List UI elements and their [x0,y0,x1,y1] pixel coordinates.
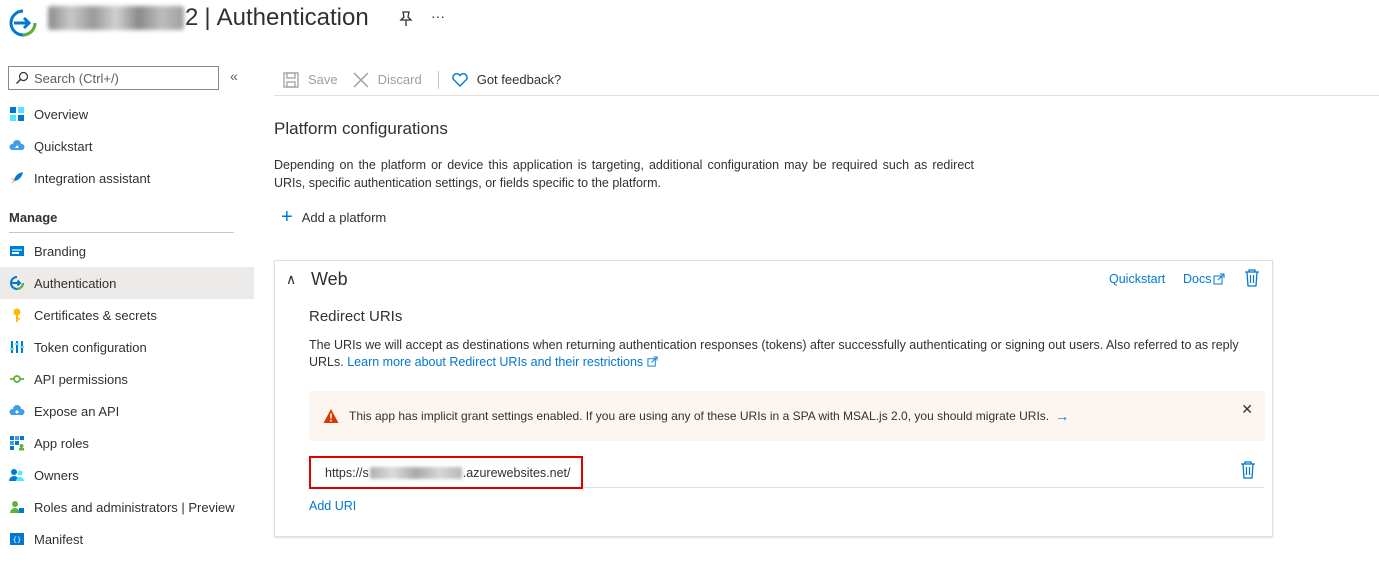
app-name-suffix: 2 [185,4,199,31]
collapse-chevron-icon[interactable]: ∧ [286,271,296,288]
blade-header: 2 | Authentication ··· [0,0,1379,50]
learn-more-redirect-link[interactable]: Learn more about Redirect URIs and their… [347,355,658,369]
sidebar-item-label: App roles [34,435,89,451]
add-platform-button[interactable]: + Add a platform [281,206,387,228]
sidebar-item-owners[interactable]: Owners [0,459,254,491]
heart-icon [452,72,468,87]
redirect-uris-description: The URIs we will accept as destinations … [309,337,1244,371]
search-placeholder: Search (Ctrl+/) [34,70,119,86]
save-button[interactable]: Save [274,71,338,89]
sidebar-item-expose-an-api[interactable]: Expose an API [0,395,254,427]
sidebar-item-label: Manifest [34,531,84,547]
sidebar-item-roles-administrators[interactable]: Roles and administrators | Preview [0,491,254,523]
command-bar: Save Discard Got feedback? [274,64,1379,96]
sidebar-item-token-configuration[interactable]: Token configuration [0,331,254,363]
redirect-uri-row: https://s .azurewebsites.net/ [309,453,1264,489]
web-platform-card: ∧ Web Quickstart Docs Redirect URIs The … [274,260,1273,537]
sidebar-item-label: Owners [34,467,79,483]
search-icon [16,71,29,84]
sidebar-item-manifest[interactable]: {} Manifest [0,523,254,555]
external-link-icon [1213,273,1225,285]
sidebar-item-label: Authentication [34,275,117,291]
redacted-uri-host [369,466,462,479]
uri-suffix: .azurewebsites.net/ [462,465,571,480]
discard-button-label: Discard [377,72,422,87]
sidebar-item-label: Overview [34,106,89,122]
dismiss-warning-icon[interactable]: ✕ [1241,401,1253,418]
discard-x-icon [353,71,369,88]
sidebar-item-certificates-secrets[interactable]: Certificates & secrets [0,299,254,331]
feedback-button[interactable]: Got feedback? [447,71,562,89]
sidebar-item-label: Expose an API [34,403,120,419]
save-button-label: Save [308,72,338,87]
sidebar-item-label: API permissions [34,371,128,387]
sidebar-item-label: Token configuration [34,339,147,355]
api-permissions-icon [10,375,24,383]
add-platform-label: Add a platform [301,209,387,225]
delete-uri-trash-icon[interactable] [1240,461,1256,479]
page-title-text: Authentication [216,4,369,31]
resource-menu: Search (Ctrl+/) « Overview Quickstart In… [0,60,254,565]
plus-icon: + [281,206,293,228]
warning-text: This app has implicit grant settings ena… [349,409,1050,423]
implicit-grant-warning-banner: This app has implicit grant settings ena… [309,391,1265,441]
toolbar-separator [437,70,439,89]
page-title: 2 | Authentication [48,4,369,32]
discard-button[interactable]: Discard [352,71,422,89]
search-input[interactable]: Search (Ctrl+/) [8,66,219,90]
pin-icon[interactable] [397,10,415,28]
app-roles-grid-icon [10,436,24,451]
svg-text:{}: {} [13,536,21,544]
token-bars-icon [10,341,24,353]
branding-icon [10,246,24,256]
sidebar-item-label: Certificates & secrets [34,307,157,323]
key-icon [13,308,21,322]
redacted-app-name [48,6,184,30]
docs-link-label: Docs [1183,272,1212,286]
save-disk-icon [283,71,299,88]
redirect-uris-title: Redirect URIs [309,308,403,325]
add-uri-link[interactable]: Add URI [309,499,356,513]
manifest-icon: {} [10,533,24,545]
warning-triangle-icon [323,409,339,423]
docs-link[interactable]: Docs [1183,272,1225,286]
feedback-button-label: Got feedback? [476,72,562,87]
sidebar-item-quickstart[interactable]: Quickstart [0,130,254,162]
migrate-arrow-icon[interactable]: → [1055,408,1069,424]
web-card-title: Web [311,269,348,289]
ellipsis-icon[interactable]: ··· [428,8,448,26]
external-link-icon [647,356,658,367]
expose-api-cloud-icon [9,405,25,415]
sidebar-item-app-roles[interactable]: App roles [0,427,254,459]
sidebar-item-overview[interactable]: Overview [0,98,254,130]
sidebar-item-integration-assistant[interactable]: Integration assistant [0,162,254,194]
app-registration-logo-icon [9,9,37,37]
platform-configurations-description: Depending on the platform or device this… [274,158,974,190]
section-divider [9,232,234,233]
platform-configurations-title: Platform configurations [274,119,448,138]
roles-admin-icon [10,501,24,513]
sidebar-item-authentication[interactable]: Authentication [0,267,254,299]
sidebar-item-api-permissions[interactable]: API permissions [0,363,254,395]
title-separator: | [204,4,211,31]
authentication-icon [10,276,24,290]
sidebar-item-label: Integration assistant [34,170,151,186]
collapse-menu-icon[interactable]: « [230,68,238,84]
rocket-icon [11,172,23,184]
sidebar-item-label: Roles and administrators | Preview [34,499,235,515]
next-section-title-partial [274,558,474,565]
delete-platform-trash-icon[interactable] [1244,269,1260,287]
sidebar-section-manage: Manage [9,210,58,225]
overview-grid-icon [10,107,24,121]
sidebar-item-label: Quickstart [34,138,93,154]
uri-prefix: https://s [325,465,369,480]
sidebar-item-label: Branding [34,243,87,259]
quickstart-cloud-icon [9,140,25,150]
quickstart-link[interactable]: Quickstart [1109,272,1165,286]
owners-people-icon [9,469,24,481]
redirect-uri-input[interactable]: https://s .azurewebsites.net/ [309,456,583,489]
sidebar-item-branding[interactable]: Branding [0,235,254,267]
learn-more-label: Learn more about Redirect URIs and their… [347,355,644,369]
